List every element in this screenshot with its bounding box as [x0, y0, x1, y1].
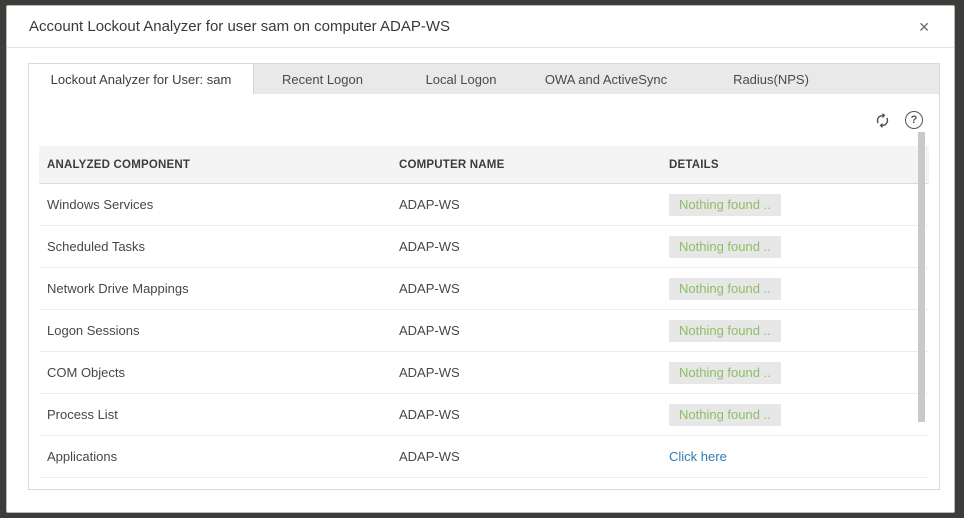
- table-body: Windows ServicesADAP-WSNothing found ..S…: [39, 184, 929, 478]
- help-glyph: ?: [905, 111, 923, 129]
- nothing-found-badge: Nothing found ..: [669, 404, 781, 426]
- column-header-analyzed-component: ANALYZED COMPONENT: [39, 159, 391, 171]
- cell-computer-name: ADAP-WS: [391, 197, 661, 212]
- cell-details: Nothing found ..: [661, 404, 929, 426]
- cell-details: Click here: [661, 449, 929, 464]
- cell-computer-name: ADAP-WS: [391, 365, 661, 380]
- table-row: Network Drive MappingsADAP-WS Nothing fou…: [39, 268, 929, 310]
- tab-lockout-analyzer-for-user-sam[interactable]: Lockout Analyzer for User: sam: [29, 64, 254, 94]
- cell-analyzed-component: COM Objects: [39, 365, 391, 380]
- column-header-details: DETAILS: [661, 159, 929, 171]
- click-here-link[interactable]: Click here: [669, 449, 727, 464]
- cell-analyzed-component: Process List: [39, 407, 391, 422]
- table-row: ApplicationsADAP-WS Click here: [39, 436, 929, 478]
- cell-analyzed-component: Scheduled Tasks: [39, 239, 391, 254]
- nothing-found-badge: Nothing found ..: [669, 362, 781, 384]
- cell-computer-name: ADAP-WS: [391, 281, 661, 296]
- dialog-title-bar: Account Lockout Analyzer for user sam on…: [7, 6, 954, 48]
- tabs-widget: Lockout Analyzer for User: samRecent Log…: [28, 63, 940, 490]
- cell-details: Nothing found ..: [661, 236, 929, 258]
- table-header-row: ANALYZED COMPONENT COMPUTER NAME DETAILS: [39, 146, 929, 184]
- tab-owa-and-activesync[interactable]: OWA and ActiveSync: [531, 64, 681, 94]
- tab-recent-logon[interactable]: Recent Logon: [254, 64, 391, 94]
- cell-analyzed-component: Logon Sessions: [39, 323, 391, 338]
- cell-computer-name: ADAP-WS: [391, 407, 661, 422]
- nothing-found-badge: Nothing found ..: [669, 194, 781, 216]
- cell-details: Nothing found ..: [661, 278, 929, 300]
- column-header-computer-name: COMPUTER NAME: [391, 159, 661, 171]
- refresh-icon[interactable]: [874, 112, 891, 129]
- cell-analyzed-component: Applications: [39, 449, 391, 464]
- nothing-found-badge: Nothing found ..: [669, 236, 781, 258]
- cell-analyzed-component: Network Drive Mappings: [39, 281, 391, 296]
- cell-computer-name: ADAP-WS: [391, 239, 661, 254]
- nothing-found-badge: Nothing found ..: [669, 278, 781, 300]
- tab-bar: Lockout Analyzer for User: samRecent Log…: [29, 64, 939, 94]
- dialog-title: Account Lockout Analyzer for user sam on…: [29, 18, 914, 35]
- cell-computer-name: ADAP-WS: [391, 323, 661, 338]
- table-row: Scheduled TasksADAP-WS Nothing found ..: [39, 226, 929, 268]
- table-row: Logon SessionsADAP-WS Nothing found ..: [39, 310, 929, 352]
- tab-local-logon[interactable]: Local Logon: [391, 64, 531, 94]
- cell-details: Nothing found ..: [661, 362, 929, 384]
- tab-radius-nps[interactable]: Radius(NPS): [681, 64, 861, 94]
- table-row: Process ListADAP-WS Nothing found ..: [39, 394, 929, 436]
- help-icon[interactable]: ?: [905, 111, 923, 129]
- table-row: COM ObjectsADAP-WS Nothing found ..: [39, 352, 929, 394]
- lockout-analyzer-dialog: Account Lockout Analyzer for user sam on…: [6, 5, 955, 513]
- cell-details: Nothing found ..: [661, 320, 929, 342]
- close-icon[interactable]: ✕: [914, 16, 934, 38]
- cell-computer-name: ADAP-WS: [391, 449, 661, 464]
- analyzer-table: ANALYZED COMPONENT COMPUTER NAME DETAILS…: [39, 146, 929, 478]
- cell-details: Nothing found ..: [661, 194, 929, 216]
- toolbar: ?: [29, 94, 939, 146]
- table-row: Windows ServicesADAP-WS Nothing found ..: [39, 184, 929, 226]
- nothing-found-badge: Nothing found ..: [669, 320, 781, 342]
- vertical-scrollbar-thumb[interactable]: [918, 132, 925, 422]
- cell-analyzed-component: Windows Services: [39, 197, 391, 212]
